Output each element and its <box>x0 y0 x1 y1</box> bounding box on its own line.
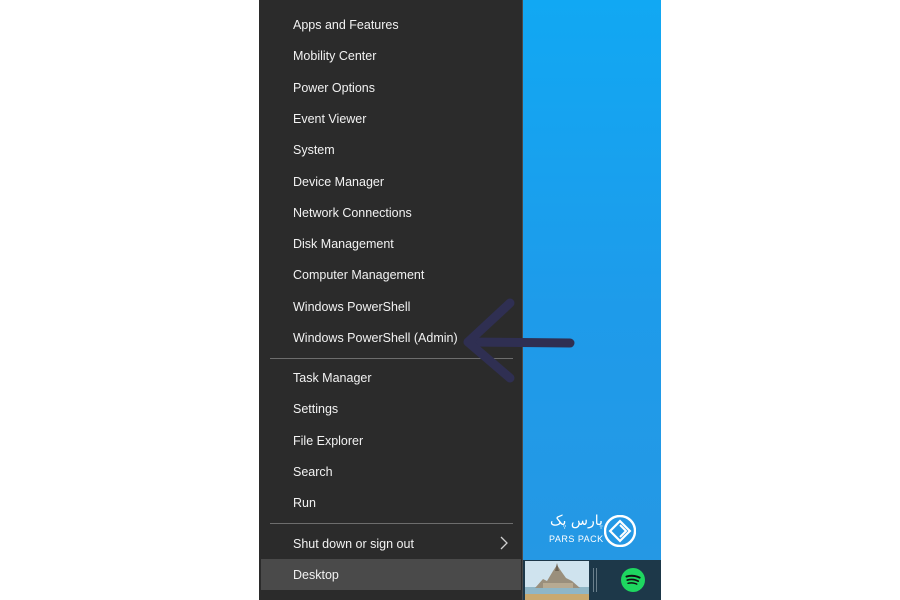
menu-item-apps-and-features[interactable]: Apps and Features <box>261 9 521 40</box>
menu-item-shut-down-or-sign-out[interactable]: Shut down or sign out <box>261 528 521 559</box>
menu-separator <box>270 523 513 524</box>
brand-logo-icon <box>604 515 636 547</box>
annotation-arrow-icon <box>463 298 575 383</box>
menu-item-label: Network Connections <box>293 205 412 220</box>
menu-item-label: Disk Management <box>293 236 394 251</box>
chevron-right-icon <box>500 536 508 550</box>
menu-item-label: Apps and Features <box>293 17 399 32</box>
brand-watermark: پارس پک PARS PACK <box>546 512 642 550</box>
castle-photo-thumbnail-icon[interactable] <box>525 561 589 600</box>
menu-item-label: Device Manager <box>293 174 385 189</box>
menu-item-device-manager[interactable]: Device Manager <box>261 166 521 197</box>
menu-item-power-options[interactable]: Power Options <box>261 72 521 103</box>
menu-item-system[interactable]: System <box>261 134 521 165</box>
menu-item-event-viewer[interactable]: Event Viewer <box>261 103 521 134</box>
spotify-icon[interactable] <box>621 568 645 592</box>
menu-item-label: File Explorer <box>293 433 364 448</box>
menu-item-network-connections[interactable]: Network Connections <box>261 197 521 228</box>
menu-item-label: Windows PowerShell <box>293 299 411 314</box>
menu-item-label: Shut down or sign out <box>293 536 414 551</box>
menu-item-label: Desktop <box>293 567 339 582</box>
menu-item-label: Run <box>293 495 316 510</box>
menu-item-label: Power Options <box>293 80 375 95</box>
menu-item-label: Computer Management <box>293 267 425 282</box>
menu-item-disk-management[interactable]: Disk Management <box>261 228 521 259</box>
menu-item-mobility-center[interactable]: Mobility Center <box>261 40 521 71</box>
menu-item-label: Mobility Center <box>293 48 377 63</box>
menu-item-desktop[interactable]: Desktop <box>261 559 521 590</box>
brand-name-english: PARS PACK <box>549 534 604 544</box>
menu-item-label: Windows PowerShell (Admin) <box>293 330 458 345</box>
menu-item-run[interactable]: Run <box>261 487 521 518</box>
menu-item-label: Settings <box>293 401 339 416</box>
desktop-background <box>523 0 661 560</box>
menu-item-settings[interactable]: Settings <box>261 393 521 424</box>
menu-item-computer-management[interactable]: Computer Management <box>261 259 521 290</box>
menu-item-search[interactable]: Search <box>261 456 521 487</box>
menu-item-label: Task Manager <box>293 370 372 385</box>
menu-item-label: System <box>293 142 335 157</box>
brand-name-persian: پارس پک <box>550 513 603 529</box>
menu-item-file-explorer[interactable]: File Explorer <box>261 425 521 456</box>
menu-item-label: Event Viewer <box>293 111 367 126</box>
taskbar-divider <box>593 568 597 592</box>
menu-item-label: Search <box>293 464 333 479</box>
